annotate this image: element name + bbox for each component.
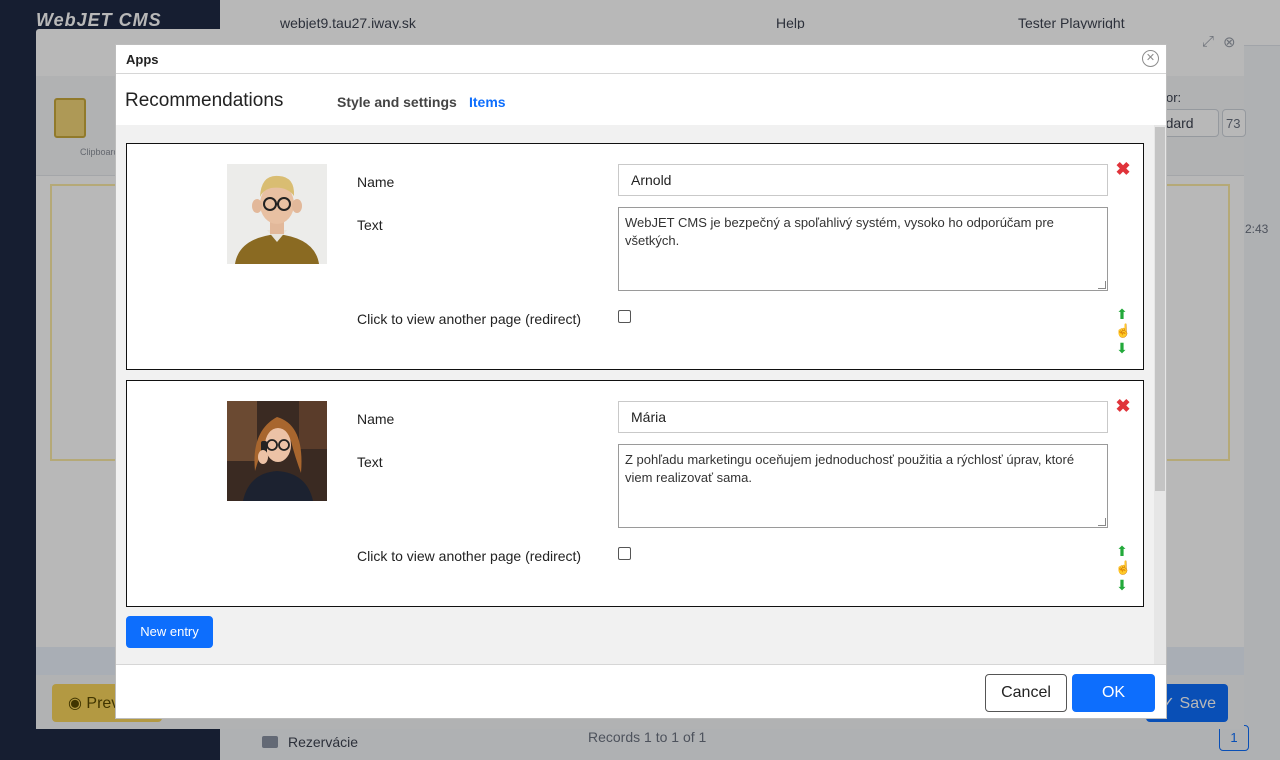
tab-items[interactable]: Items — [469, 94, 506, 110]
dialog-footer: Cancel OK — [116, 664, 1166, 718]
arrow-down-icon[interactable]: ⬇ — [1115, 341, 1129, 355]
redirect-label: Click to view another page (redirect) — [357, 548, 582, 564]
hand-cursor-icon[interactable]: ☝ — [1115, 323, 1131, 339]
dialog-header: Apps ✕ — [116, 45, 1166, 74]
hand-cursor-icon[interactable]: ☝ — [1115, 560, 1131, 576]
text-label: Text — [357, 217, 383, 233]
resize-handle[interactable] — [1098, 281, 1106, 289]
tabs-row: Recommendations Style and settings Items — [116, 75, 1166, 125]
text-field[interactable]: Z pohľadu marketingu oceňujem jednoducho… — [618, 444, 1108, 528]
app-name: Recommendations — [125, 90, 284, 111]
redirect-label: Click to view another page (redirect) — [357, 311, 582, 327]
items-panel: Name Arnold Text WebJET CMS je bezpečný … — [116, 125, 1166, 664]
close-circle-icon[interactable]: ✕ — [1142, 50, 1159, 67]
redirect-checkbox[interactable] — [618, 310, 631, 323]
arrow-down-icon[interactable]: ⬇ — [1115, 578, 1129, 592]
text-field[interactable]: WebJET CMS je bezpečný a spoľahlivý syst… — [618, 207, 1108, 291]
apps-dialog: Apps ✕ Recommendations Style and setting… — [115, 44, 1167, 719]
text-value: Z pohľadu marketingu oceňujem jednoducho… — [625, 452, 1075, 485]
text-value: WebJET CMS je bezpečný a spoľahlivý syst… — [625, 215, 1054, 248]
new-entry-button[interactable]: New entry — [126, 616, 213, 648]
name-label: Name — [357, 411, 395, 427]
scrollbar-thumb[interactable] — [1155, 127, 1165, 491]
redirect-checkbox[interactable] — [618, 547, 631, 560]
delete-icon[interactable]: ✖ — [1114, 160, 1132, 178]
name-label: Name — [357, 174, 395, 190]
text-label: Text — [357, 454, 383, 470]
recommendation-entry: Name Arnold Text WebJET CMS je bezpečný … — [126, 143, 1144, 370]
arrow-up-icon[interactable]: ⬆ — [1115, 307, 1129, 321]
delete-icon[interactable]: ✖ — [1114, 397, 1132, 415]
dialog-title: Apps — [126, 52, 159, 67]
scrollbar[interactable] — [1154, 125, 1166, 664]
cancel-button[interactable]: Cancel — [985, 674, 1067, 712]
ok-button[interactable]: OK — [1072, 674, 1155, 712]
name-field[interactable]: Mária — [618, 401, 1108, 433]
name-field[interactable]: Arnold — [618, 164, 1108, 196]
man-with-glasses-photo[interactable] — [227, 164, 327, 264]
tab-style-settings[interactable]: Style and settings — [337, 94, 457, 110]
arrow-up-icon[interactable]: ⬆ — [1115, 544, 1129, 558]
resize-handle[interactable] — [1098, 518, 1106, 526]
woman-with-phone-photo[interactable] — [227, 401, 327, 501]
recommendation-entry: Name Mária Text Z pohľadu marketingu oce… — [126, 380, 1144, 607]
